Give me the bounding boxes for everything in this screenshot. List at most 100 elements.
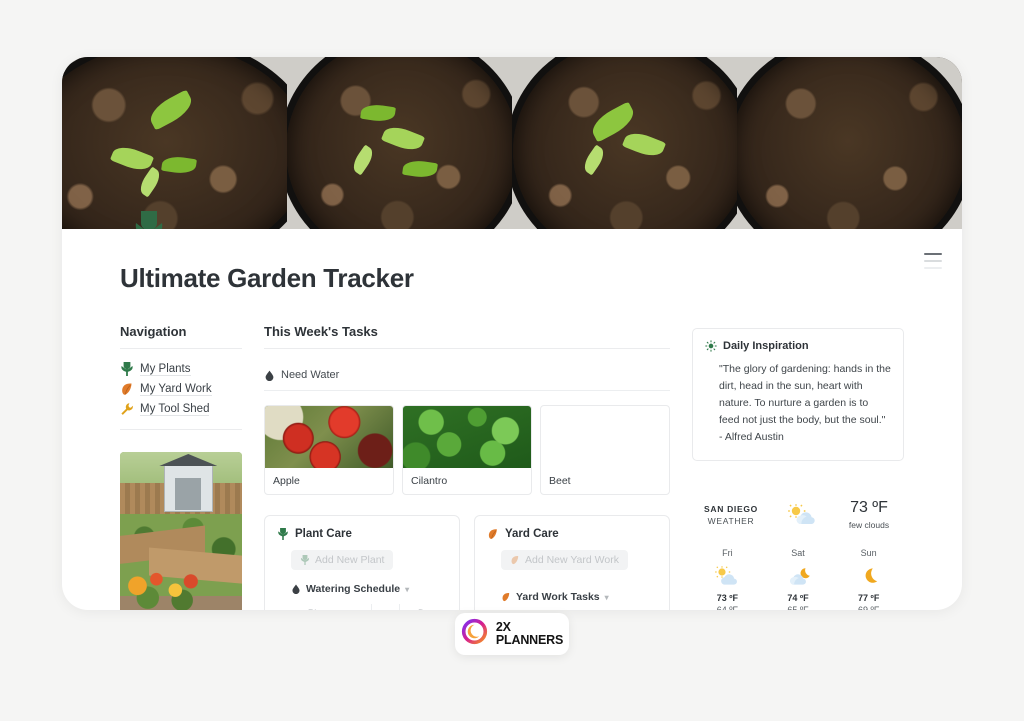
- sun-icon: [705, 340, 717, 352]
- sidebar: Navigation My Plants My Yard Work My Too…: [120, 324, 242, 610]
- water-drop-icon: [381, 609, 390, 611]
- brand-line-2: PLANNERS: [495, 633, 564, 647]
- chevron-down-icon[interactable]: ▾: [605, 593, 609, 602]
- seedling-icon: [132, 209, 166, 229]
- yard-care-header: Yard Care: [487, 528, 657, 540]
- weather-city-line1: SAN DIEGO: [703, 503, 758, 514]
- column-header-plant[interactable]: Aa Plant: [291, 608, 371, 611]
- yard-care-title: Yard Care: [505, 528, 559, 540]
- pot-3: [512, 57, 737, 229]
- right-column: Daily Inspiration "The glory of gardenin…: [692, 324, 904, 610]
- pot-2: [287, 57, 512, 229]
- add-new-plant-button[interactable]: Add New Plant: [291, 550, 394, 570]
- pot-4: [737, 57, 962, 229]
- seedling-icon: [300, 555, 310, 565]
- sun-behind-cloud-icon: [770, 503, 834, 527]
- forecast-high: 74 ºF: [787, 593, 809, 603]
- water-drop-icon: [264, 370, 275, 381]
- sidebar-item-my-tool-shed[interactable]: My Tool Shed: [120, 399, 242, 419]
- moon-behind-cloud-icon: [763, 565, 834, 587]
- yard-care-panel: Yard Care Add New Yard Work Yard Work Ta…: [474, 515, 670, 610]
- sidebar-item-label: My Plants: [140, 362, 191, 376]
- need-water-subheading: Need Water: [264, 359, 670, 391]
- sidebar-heading: Navigation: [120, 324, 242, 349]
- sidebar-item-my-plants[interactable]: My Plants: [120, 359, 242, 379]
- daily-inspiration-title: Daily Inspiration: [723, 340, 809, 352]
- weather-current: SAN DIEGO WEATHER 73 ºF few clouds: [692, 499, 904, 530]
- forecast-day-sat: Sat 74 ºF 65 ºF: [763, 548, 834, 610]
- forecast-day-label: Sat: [791, 548, 805, 558]
- column-header-label: Day: [418, 608, 435, 611]
- column-header-water[interactable]: [371, 604, 399, 610]
- forecast-low: 69 ºF: [858, 605, 880, 610]
- leaf-icon: [487, 528, 499, 540]
- plant-card-label: Apple: [273, 475, 300, 487]
- pot-1: [62, 57, 287, 229]
- plant-care-title: Plant Care: [295, 528, 352, 540]
- sidebar-item-my-yard-work[interactable]: My Yard Work: [120, 379, 242, 399]
- screenshot-stage: Ultimate Garden Tracker Navigation My Pl…: [0, 0, 1024, 721]
- daily-inspiration-header: Daily Inspiration: [705, 340, 891, 352]
- menu-line: [924, 253, 942, 255]
- weather-current-desc: few clouds: [848, 520, 890, 530]
- table-header-row: Aa Plant: [291, 604, 447, 610]
- cover-pots: [62, 57, 962, 229]
- columns-layout: Navigation My Plants My Yard Work My Too…: [120, 324, 904, 610]
- weather-forecast: Fri 73 ºF 64 ºF Sat 74 ºF 65 ºF Sun 77 º…: [692, 548, 904, 610]
- weather-widget: SAN DIEGO WEATHER 73 ºF few clouds Fri 7…: [692, 499, 904, 610]
- page-content: Ultimate Garden Tracker Navigation My Pl…: [62, 229, 962, 610]
- forecast-high: 77 ºF: [858, 593, 880, 603]
- forecast-day-sun: Sun 77 ºF 69 ºF: [833, 548, 904, 610]
- beets-photo: [541, 406, 669, 468]
- watering-schedule-label: Watering Schedule: [306, 583, 401, 595]
- apples-photo: [265, 406, 393, 468]
- tasks-column: This Week's Tasks Need Water Apple Cilan…: [264, 324, 670, 610]
- brand-logo-text: 2X PLANNERS: [496, 621, 563, 647]
- spiral-circle-logo-icon: [461, 618, 488, 650]
- tasks-heading: This Week's Tasks: [264, 324, 670, 349]
- cilantro-photo: [403, 406, 531, 468]
- weather-current-readout: 73 ºF few clouds: [834, 499, 904, 530]
- forecast-low: 64 ºF: [716, 605, 738, 610]
- add-new-yard-work-label: Add New Yard Work: [525, 554, 619, 566]
- plant-care-header: Plant Care: [277, 528, 447, 540]
- photo-flowers: [122, 565, 208, 610]
- plant-card-list: Apple Cilantro Beet: [264, 405, 670, 495]
- seedling-icon: [277, 528, 289, 540]
- water-drop-icon: [291, 584, 301, 595]
- forecast-low: 65 ºF: [787, 605, 809, 610]
- add-new-yard-work-button[interactable]: Add New Yard Work: [501, 550, 628, 570]
- cover-image[interactable]: [62, 57, 962, 229]
- add-new-plant-label: Add New Plant: [315, 554, 385, 566]
- sidebar-nav-list: My Plants My Yard Work My Tool Shed: [120, 359, 242, 430]
- seedling-icon: [120, 362, 134, 376]
- pot-soil: [737, 57, 962, 229]
- plant-card-label: Beet: [549, 475, 571, 487]
- sidebar-item-label: My Yard Work: [140, 382, 212, 396]
- brand-logo: 2X PLANNERS: [455, 613, 569, 655]
- calendar-icon: [405, 609, 414, 610]
- watering-schedule-title[interactable]: Watering Schedule ▾: [291, 583, 447, 595]
- daily-inspiration-card: Daily Inspiration "The glory of gardenin…: [692, 328, 904, 461]
- yard-work-tasks-label: Yard Work Tasks: [516, 591, 600, 603]
- care-panels: Plant Care Add New Plant Watering Schedu…: [264, 515, 670, 610]
- plant-card-apple[interactable]: Apple: [264, 405, 394, 495]
- leaf-icon: [120, 382, 134, 396]
- plant-card-cilantro[interactable]: Cilantro: [402, 405, 532, 495]
- weather-location: SAN DIEGO WEATHER: [692, 504, 770, 526]
- forecast-high: 73 ºF: [716, 593, 738, 603]
- plant-care-panel: Plant Care Add New Plant Watering Schedu…: [264, 515, 460, 610]
- pot-soil: [62, 57, 287, 229]
- page-title: Ultimate Garden Tracker: [120, 263, 414, 293]
- sun-behind-cloud-icon: [692, 565, 763, 587]
- text-type-icon: Aa: [293, 608, 304, 610]
- column-header-day[interactable]: Day: [399, 604, 447, 610]
- forecast-day-label: Fri: [722, 548, 733, 558]
- menu-line: [924, 267, 942, 269]
- app-card: Ultimate Garden Tracker Navigation My Pl…: [62, 57, 962, 610]
- chevron-down-icon[interactable]: ▾: [405, 585, 409, 594]
- wrench-icon: [120, 402, 134, 416]
- yard-work-tasks-title[interactable]: Yard Work Tasks ▾: [501, 591, 657, 603]
- menu-lines-icon[interactable]: [924, 253, 942, 269]
- plant-card-beet[interactable]: Beet: [540, 405, 670, 495]
